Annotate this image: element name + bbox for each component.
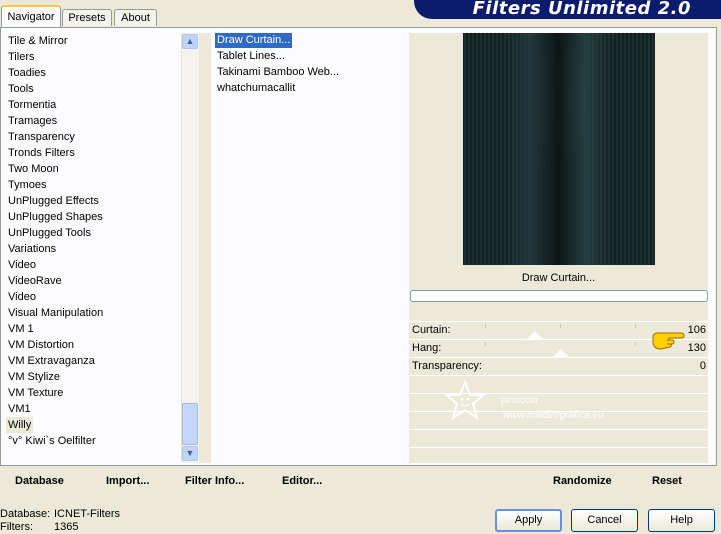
slider-tick <box>635 324 636 328</box>
control-value: 0 <box>699 360 706 372</box>
control-label: Transparency: <box>412 360 482 372</box>
app-title: Filters Unlimited 2.0 <box>472 0 691 19</box>
preview-filter-name: Draw Curtain... <box>521 272 596 284</box>
help-button[interactable]: Help <box>648 509 715 532</box>
category-item[interactable]: Video <box>8 289 36 305</box>
category-item[interactable]: Tymoes <box>8 177 47 193</box>
category-item[interactable]: Tramages <box>8 113 57 129</box>
control-value: 106 <box>687 324 706 336</box>
category-item[interactable]: Visual Manipulation <box>8 305 103 321</box>
preview-image <box>463 33 655 265</box>
filter-info-button[interactable]: Filter Info... <box>185 473 244 489</box>
pointing-hand-icon <box>652 332 685 350</box>
category-scrollbar[interactable]: ▲ ▼ <box>181 33 199 463</box>
category-item[interactable]: VM Texture <box>8 385 63 401</box>
category-item[interactable]: UnPlugged Tools <box>8 225 91 241</box>
randomize-button[interactable]: Randomize <box>553 473 612 489</box>
category-item[interactable]: Tile & Mirror <box>8 33 67 49</box>
import-button[interactable]: Import... <box>106 473 149 489</box>
database-button[interactable]: Database <box>15 473 64 489</box>
category-list[interactable]: Tile & Mirror Tilers Toadies Tools Tormentia… <box>6 33 180 463</box>
tab-presets[interactable]: Presets <box>62 9 112 26</box>
title-banner: Filters Unlimited 2.0 <box>414 0 721 19</box>
slider-tick <box>635 342 636 346</box>
status-database-value: ICNET-Filters <box>54 508 120 520</box>
filter-item[interactable]: whatchumacallit <box>215 81 297 96</box>
status-filters: Filters: 1365 <box>0 521 78 533</box>
apply-button[interactable]: Apply <box>495 509 562 532</box>
watermark-url: www.maidiregrafica.eu <box>503 410 604 421</box>
cancel-button[interactable]: Cancel <box>571 509 638 532</box>
category-item[interactable]: Variations <box>8 241 56 257</box>
category-item[interactable]: UnPlugged Shapes <box>8 209 103 225</box>
category-item[interactable]: VM Distortion <box>8 337 74 353</box>
category-item[interactable]: Toadies <box>8 65 46 81</box>
category-item[interactable]: Two Moon <box>8 161 59 177</box>
tab-navigator[interactable]: Navigator <box>1 5 61 27</box>
progress-bar <box>410 290 708 302</box>
category-item[interactable]: Willy <box>6 417 34 433</box>
category-item[interactable]: VM 1 <box>8 321 34 337</box>
control-label: Hang: <box>412 342 442 354</box>
scroll-up-button[interactable]: ▲ <box>182 34 198 49</box>
filter-item[interactable]: Draw Curtain... <box>215 33 293 48</box>
category-item[interactable]: Video <box>8 257 36 273</box>
category-item[interactable]: VM1 <box>8 401 31 417</box>
list-separator <box>199 33 211 463</box>
category-item[interactable]: VM Extravaganza <box>8 353 95 369</box>
status-filters-label: Filters: <box>0 521 33 533</box>
watermark-name: pinuccia <box>501 395 538 406</box>
watermark: pinuccia www.maidiregrafica.eu <box>445 380 655 430</box>
category-item[interactable]: UnPlugged Effects <box>8 193 99 209</box>
tab-about[interactable]: About <box>114 9 157 26</box>
category-item[interactable]: Tormentia <box>8 97 56 113</box>
editor-button[interactable]: Editor... <box>282 473 322 489</box>
category-item[interactable]: Tilers <box>8 49 34 65</box>
divider <box>409 447 708 448</box>
slider-tick <box>485 324 486 328</box>
category-item[interactable]: VM Stylize <box>8 369 60 385</box>
category-item[interactable]: Transparency <box>8 129 75 145</box>
hang-slider-indicator[interactable] <box>553 349 569 357</box>
control-value: 130 <box>687 342 706 354</box>
slider-tick <box>560 324 561 328</box>
category-item[interactable]: VideoRave <box>8 273 62 289</box>
scroll-down-button[interactable]: ▼ <box>182 446 198 461</box>
filter-item[interactable]: Tablet Lines... <box>215 49 287 64</box>
filter-item[interactable]: Takinami Bamboo Web... <box>215 65 341 80</box>
star-mascot-icon <box>445 380 485 421</box>
status-filters-value: 1365 <box>54 521 79 533</box>
category-item[interactable]: Tronds Filters <box>8 145 75 161</box>
status-database-label: Database: <box>0 508 51 520</box>
status-database: Database: ICNET-Filters <box>0 508 120 520</box>
scroll-thumb[interactable] <box>182 403 198 445</box>
control-label: Curtain: <box>412 324 451 336</box>
category-item[interactable]: °v° Kiwi`s Oelfilter <box>8 433 96 449</box>
category-item[interactable]: Tools <box>8 81 34 97</box>
control-transparency[interactable]: Transparency: 0 <box>409 358 708 375</box>
filter-list[interactable]: Draw Curtain... Tablet Lines... Takinami B… <box>213 33 403 463</box>
reset-button[interactable]: Reset <box>652 473 682 489</box>
slider-tick <box>485 342 486 346</box>
divider <box>409 375 708 376</box>
curtain-slider-indicator[interactable] <box>527 331 543 339</box>
